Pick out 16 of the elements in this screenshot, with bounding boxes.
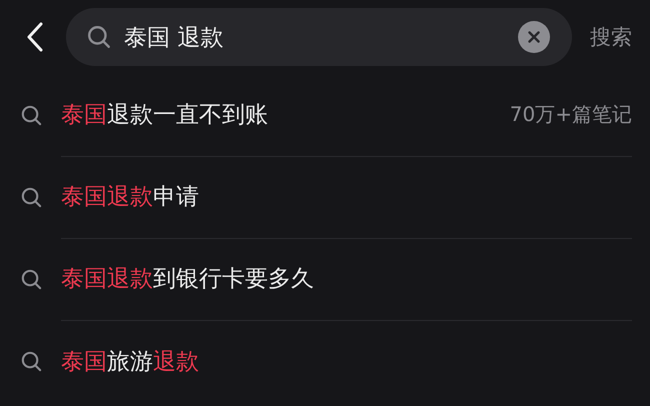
clear-button[interactable] — [518, 21, 550, 53]
search-icon — [20, 350, 43, 372]
search-button[interactable]: 搜索 — [586, 23, 636, 51]
chevron-left-icon — [26, 21, 44, 53]
search-field[interactable]: 泰国 退款 — [66, 8, 572, 66]
suggestion-item[interactable]: 泰国退款到银行卡要多久 — [61, 263, 632, 294]
search-icon — [20, 186, 43, 208]
search-icon — [86, 24, 112, 50]
search-icon — [20, 104, 43, 126]
suggestion-item[interactable]: 泰国旅游退款 — [61, 346, 632, 376]
search-icon — [20, 268, 43, 290]
search-input[interactable]: 泰国 退款 — [124, 24, 506, 50]
suggestion-item[interactable]: 泰国退款一直不到账 — [61, 99, 510, 130]
note-count: 70万+篇笔记 — [510, 101, 632, 128]
close-icon — [528, 31, 540, 43]
suggestion-item[interactable]: 泰国退款申请 — [61, 181, 632, 212]
